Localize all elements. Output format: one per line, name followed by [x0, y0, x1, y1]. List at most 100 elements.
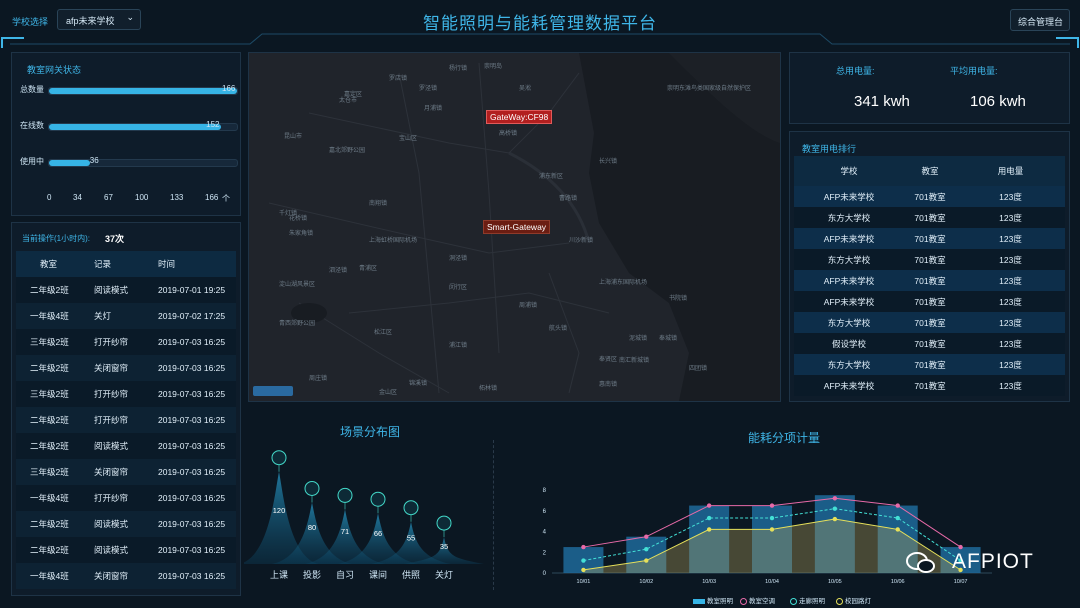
table-row[interactable]: AFP未来学校 701教室 123度: [794, 186, 1065, 207]
table-row[interactable]: 三年级2班 打开纱帘 2019-07-03 16:25: [16, 329, 236, 355]
total-energy-value: 341 kwh: [854, 93, 910, 110]
gateway-marker-cf98[interactable]: GateWay:CF98: [486, 110, 553, 124]
avg-energy-label: 平均用电量:: [950, 66, 998, 76]
lamp-icon: [403, 500, 419, 516]
table-row[interactable]: 东方大学校 701教室 123度: [794, 249, 1065, 270]
table-cell: 2019-07-01 19:25: [158, 277, 236, 303]
energy-legend-item[interactable]: 校园路灯: [836, 595, 871, 605]
table-row[interactable]: 东方大学校 701教室 123度: [794, 312, 1065, 333]
table-cell: 东方大学校: [794, 354, 904, 375]
map-place-label: 泥城镇: [629, 336, 648, 342]
table-row[interactable]: 二年级2班 关闭窗帘 2019-07-03 16:25: [16, 355, 236, 381]
table-row[interactable]: AFP未来学校 701教室 123度: [794, 291, 1065, 312]
energy-y-tick: 0: [543, 571, 547, 577]
scene-chart: 120 上课 80 投影 71 自习 66 课间 55 供照 35 关灯: [244, 450, 484, 580]
gateway-bar-row: 使用中 36: [20, 155, 238, 169]
column-header: 用电量: [956, 156, 1065, 186]
table-cell: 123度: [956, 333, 1065, 354]
table-row[interactable]: 一年级4班 打开纱帘 2019-07-03 16:25: [16, 485, 236, 511]
column-header: 记录: [94, 251, 158, 277]
map-place-label: 杨行镇: [449, 66, 468, 72]
header-line: [1, 33, 1079, 48]
energy-legend-item[interactable]: 教室空调: [740, 595, 775, 605]
table-cell: 2019-07-03 16:25: [158, 459, 236, 485]
table-row[interactable]: 二年级2班 打开纱帘 2019-07-03 16:25: [16, 407, 236, 433]
column-header: 教室: [16, 251, 94, 277]
map-panel[interactable]: 嘉定区 宝山区 太仓市 罗泾镇 月浦镇 昆山市 青浦区 嘉北郊野公园 长兴镇 千灯镇 松江区 闵行区奉…: [248, 52, 781, 402]
admin-console-button[interactable]: 综合管理台: [1010, 9, 1070, 31]
column-header: 教室: [904, 156, 956, 186]
table-row[interactable]: AFP未来学校 701教室 123度: [794, 375, 1065, 396]
gateway-bar-track: [48, 159, 238, 167]
table-header-row: 教室 记录 时间: [16, 251, 236, 277]
power-icon: [436, 515, 452, 531]
ranking-title: 教室用电排行: [802, 144, 857, 154]
table-row[interactable]: 东方大学校 701教室 123度: [794, 354, 1065, 375]
scene-category-label: 关灯: [435, 569, 453, 580]
table-cell: 一年级4班: [16, 485, 94, 511]
energy-point: [769, 515, 775, 521]
watermark-text: AFPIOT: [952, 550, 1034, 573]
gateway-bar-value: 36: [89, 156, 99, 165]
table-row[interactable]: 东方大学校 701教室 123度: [794, 207, 1065, 228]
energy-point: [895, 515, 900, 521]
table-cell: 2019-07-03 16:25: [158, 407, 236, 433]
table-row[interactable]: AFP未来学校 701教室 123度: [794, 228, 1065, 249]
book-icon: [337, 487, 353, 503]
energy-x-tick: 10/07: [954, 579, 968, 585]
map-place-label: 泗泾镇: [329, 268, 348, 274]
table-cell: 123度: [956, 270, 1065, 291]
legend-swatch: [693, 598, 705, 604]
table-cell: 阅读模式: [94, 511, 158, 537]
admin-console-label: 综合管理台: [1018, 17, 1064, 27]
table-row[interactable]: 三年级2班 打开纱帘 2019-07-03 16:25: [16, 381, 236, 407]
map-place-label: 四团镇: [689, 366, 708, 372]
energy-point: [581, 558, 586, 563]
table-row[interactable]: 一年级4班 关闭窗帘 2019-07-03 16:25: [16, 563, 236, 589]
gateway-bar-row: 总数量 166: [20, 83, 238, 97]
table-row[interactable]: 二年级2班 阅读模式 2019-07-01 19:25: [16, 277, 236, 303]
legend-swatch: [790, 597, 797, 605]
energy-x-tick: 10/01: [577, 579, 591, 585]
map-place-label: 上海浦东国际机场: [599, 280, 648, 286]
map-place-label: 航头镇: [549, 326, 568, 332]
table-row[interactable]: 二年级2班 阅读模式 2019-07-03 16:25: [16, 433, 236, 459]
table-cell: 123度: [956, 375, 1065, 396]
energy-point: [832, 506, 838, 511]
energy-legend-item[interactable]: 教室照明: [693, 595, 733, 605]
table-cell: 701教室: [904, 270, 956, 291]
table-row[interactable]: 一年级4班 关灯 2019-07-02 17:25: [16, 303, 236, 329]
energy-x-tick: 10/02: [639, 579, 653, 585]
table-row[interactable]: 三年级2班 关闭窗帘 2019-07-03 16:25: [16, 459, 236, 485]
table-cell: 一年级4班: [16, 303, 94, 329]
map-place-label: 松江区: [374, 330, 393, 336]
gateway-status-title: 教室网关状态: [27, 65, 82, 75]
table-cell: AFP未来学校: [794, 186, 904, 207]
table-row[interactable]: 二年级2班 阅读模式 2019-07-03 16:25: [16, 511, 236, 537]
operations-label: 当前操作(1小时内):: [22, 234, 90, 243]
map-place-label: 锦溪镇: [409, 381, 428, 387]
table-cell: 一年级4班: [16, 563, 94, 589]
map-logo-icon: [253, 386, 293, 396]
gateway-bar-label: 使用中: [20, 157, 44, 166]
table-cell: 2019-07-03 16:25: [158, 355, 236, 381]
table-cell: 二年级2班: [16, 537, 94, 563]
energy-legend-item[interactable]: 走廊照明: [790, 595, 825, 605]
table-row[interactable]: 二年级2班 阅读模式 2019-07-03 16:25: [16, 537, 236, 563]
energy-y-tick: 4: [543, 530, 547, 536]
map-place-label: 闵行区: [449, 285, 468, 291]
table-cell: 2019-07-03 16:25: [158, 485, 236, 511]
energy-point: [769, 527, 775, 532]
energy-y-tick: 8: [543, 488, 547, 494]
avg-energy-value: 106 kwh: [970, 93, 1026, 110]
table-cell: 关灯: [94, 303, 158, 329]
gateway-marker-smart[interactable]: Smart-Gateway: [483, 220, 551, 234]
table-row[interactable]: AFP未来学校 701教室 123度: [794, 270, 1065, 291]
map-place-label: 长兴镇: [599, 159, 618, 165]
screen-icon: [271, 450, 287, 466]
moon-icon: [370, 491, 386, 507]
table-row[interactable]: 假设学校 701教室 123度: [794, 333, 1065, 354]
map-place-label: 太仓市: [339, 98, 358, 104]
map-place-label: 南翔镇: [369, 201, 388, 207]
energy-point: [644, 546, 649, 552]
